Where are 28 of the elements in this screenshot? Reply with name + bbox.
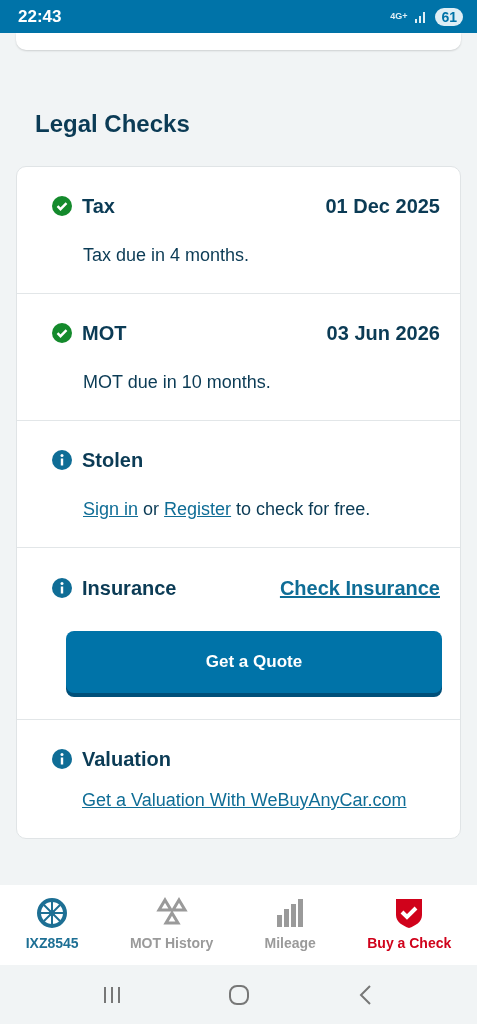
check-circle-icon bbox=[52, 323, 72, 343]
check-circle-icon bbox=[52, 196, 72, 216]
info-icon bbox=[52, 578, 72, 598]
row-title: Insurance bbox=[82, 576, 177, 601]
row-title: Tax bbox=[82, 194, 115, 219]
battery-level: 61 bbox=[435, 7, 463, 26]
home-icon[interactable] bbox=[227, 983, 250, 1006]
row-title: MOT bbox=[82, 321, 127, 346]
due-note: MOT due in 10 months. bbox=[83, 371, 272, 394]
signal-icon bbox=[415, 10, 428, 23]
nav-tab[interactable]: Buy a Check bbox=[367, 896, 452, 954]
row-title: Valuation bbox=[82, 747, 171, 772]
check-insurance-link[interactable]: Check Insurance bbox=[279, 573, 440, 603]
due-note: Tax due in 4 months. bbox=[83, 244, 251, 267]
text-link[interactable]: Register bbox=[164, 499, 232, 519]
row-title: Stolen bbox=[82, 448, 144, 473]
info-icon bbox=[52, 450, 72, 470]
section-title: Legal Checks bbox=[35, 109, 191, 139]
due-date: 03 Jun 2026 bbox=[326, 321, 440, 346]
network-type: 4G+ bbox=[390, 12, 408, 21]
status-time: 22:43 bbox=[18, 5, 62, 28]
nav-tab[interactable]: IXZ8545 bbox=[25, 896, 79, 954]
sign-in-sentence: Sign in or Register to check for free. bbox=[83, 498, 372, 521]
due-date: 01 Dec 2025 bbox=[325, 194, 440, 219]
wheel-icon bbox=[36, 896, 69, 929]
info-icon bbox=[52, 749, 72, 769]
valuation-link[interactable]: Get a Valuation With WeBuyAnyCar.com bbox=[82, 790, 407, 810]
text-link[interactable]: Sign in bbox=[83, 499, 139, 519]
